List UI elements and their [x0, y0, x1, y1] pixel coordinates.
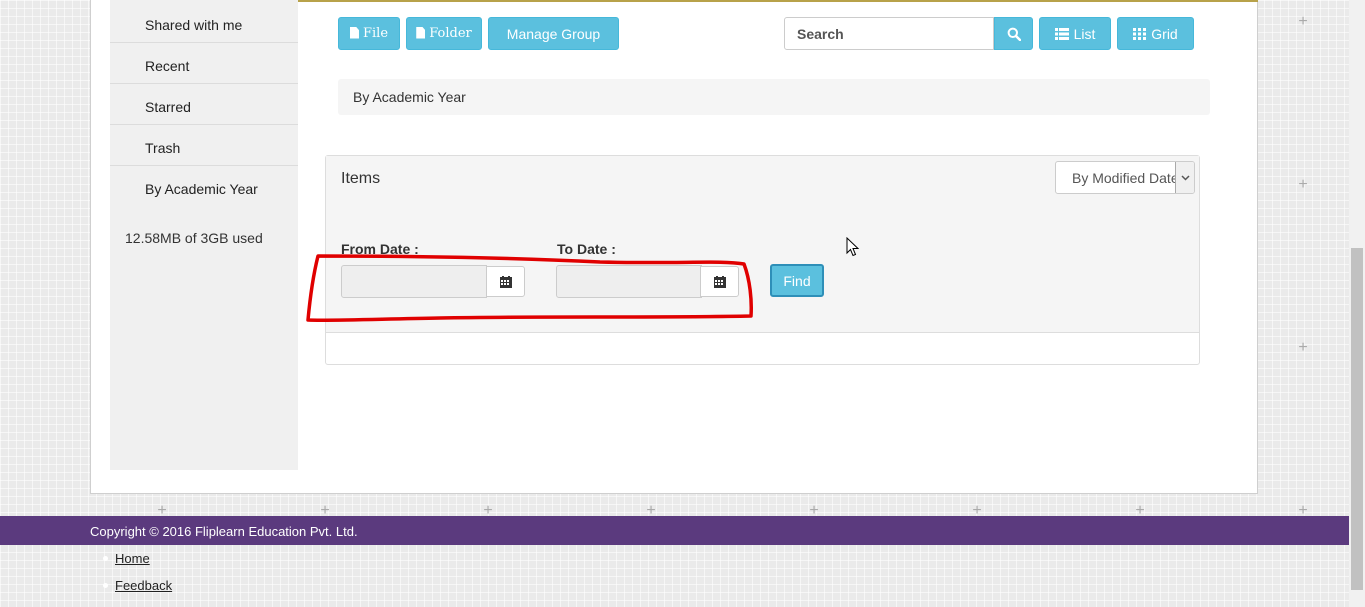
sidebar-item-label: Starred [145, 99, 191, 115]
scrollbar-thumb[interactable] [1351, 248, 1363, 590]
sidebar-item-label: Recent [145, 58, 190, 74]
to-date-calendar-button[interactable] [700, 266, 739, 297]
sidebar-item-label: Shared with me [145, 17, 243, 33]
grid-view-button[interactable]: Grid [1117, 17, 1194, 50]
calendar-icon [499, 275, 512, 288]
sort-select-value: By Modified Date [1072, 170, 1179, 186]
sidebar-item-label: Trash [145, 140, 181, 156]
items-title: Items [341, 170, 381, 187]
new-file-label: File [362, 26, 389, 41]
calendar-icon [713, 275, 726, 288]
search-icon [1007, 27, 1021, 41]
footer-link-home[interactable]: Home [115, 551, 150, 566]
file-icon [416, 26, 426, 39]
file-icon [349, 26, 359, 39]
chevron-down-icon[interactable] [1175, 162, 1194, 193]
breadcrumb: By Academic Year [338, 79, 1210, 115]
to-date-input[interactable] [556, 265, 702, 298]
mouse-cursor-icon [846, 237, 860, 257]
new-folder-label: Folder [429, 26, 472, 41]
sidebar-item-shared[interactable]: Shared with me [110, 3, 298, 43]
bullet-icon [103, 583, 108, 588]
find-button[interactable]: Find [770, 264, 824, 297]
sort-select[interactable]: By Modified Date [1055, 161, 1195, 194]
grid-plus-icon: + [1298, 176, 1308, 193]
to-date-label: To Date : [557, 241, 616, 257]
new-file-button[interactable]: File [338, 17, 400, 50]
list-view-label: List [1073, 25, 1096, 42]
grid-plus-icon: + [1298, 13, 1308, 30]
grid-view-label: Grid [1151, 25, 1178, 42]
from-date-calendar-button[interactable] [486, 266, 525, 297]
from-date-input[interactable] [341, 265, 487, 298]
list-view-button[interactable]: List [1039, 17, 1111, 50]
footer-bar: Copyright © 2016 Fliplearn Education Pvt… [0, 516, 1349, 545]
find-label: Find [783, 272, 811, 289]
sidebar-item-academic-year[interactable]: By Academic Year [110, 167, 298, 207]
sidebar-item-label: By Academic Year [145, 181, 258, 197]
sidebar-item-trash[interactable]: Trash [110, 126, 298, 166]
search-input[interactable] [784, 17, 994, 50]
new-folder-button[interactable]: Folder [406, 17, 482, 50]
copyright-text: Copyright © 2016 Fliplearn Education Pvt… [90, 524, 358, 539]
bullet-icon [103, 556, 108, 561]
storage-usage: 12.58MB of 3GB used [125, 230, 263, 246]
sidebar-item-starred[interactable]: Starred [110, 85, 298, 125]
manage-group-label: Manage Group [506, 25, 601, 42]
grid-plus-icon: + [1298, 339, 1308, 356]
search-button[interactable] [994, 17, 1033, 50]
footer-link-feedback[interactable]: Feedback [115, 578, 172, 593]
items-panel-header: Items By Modified Date [326, 156, 1199, 333]
from-date-label: From Date : [341, 241, 419, 257]
manage-group-button[interactable]: Manage Group [488, 17, 619, 50]
sidebar-item-recent[interactable]: Recent [110, 44, 298, 84]
grid-icon [1133, 27, 1147, 40]
list-icon [1054, 27, 1069, 40]
items-panel: Items By Modified Date [325, 155, 1200, 365]
breadcrumb-current: By Academic Year [353, 89, 466, 105]
